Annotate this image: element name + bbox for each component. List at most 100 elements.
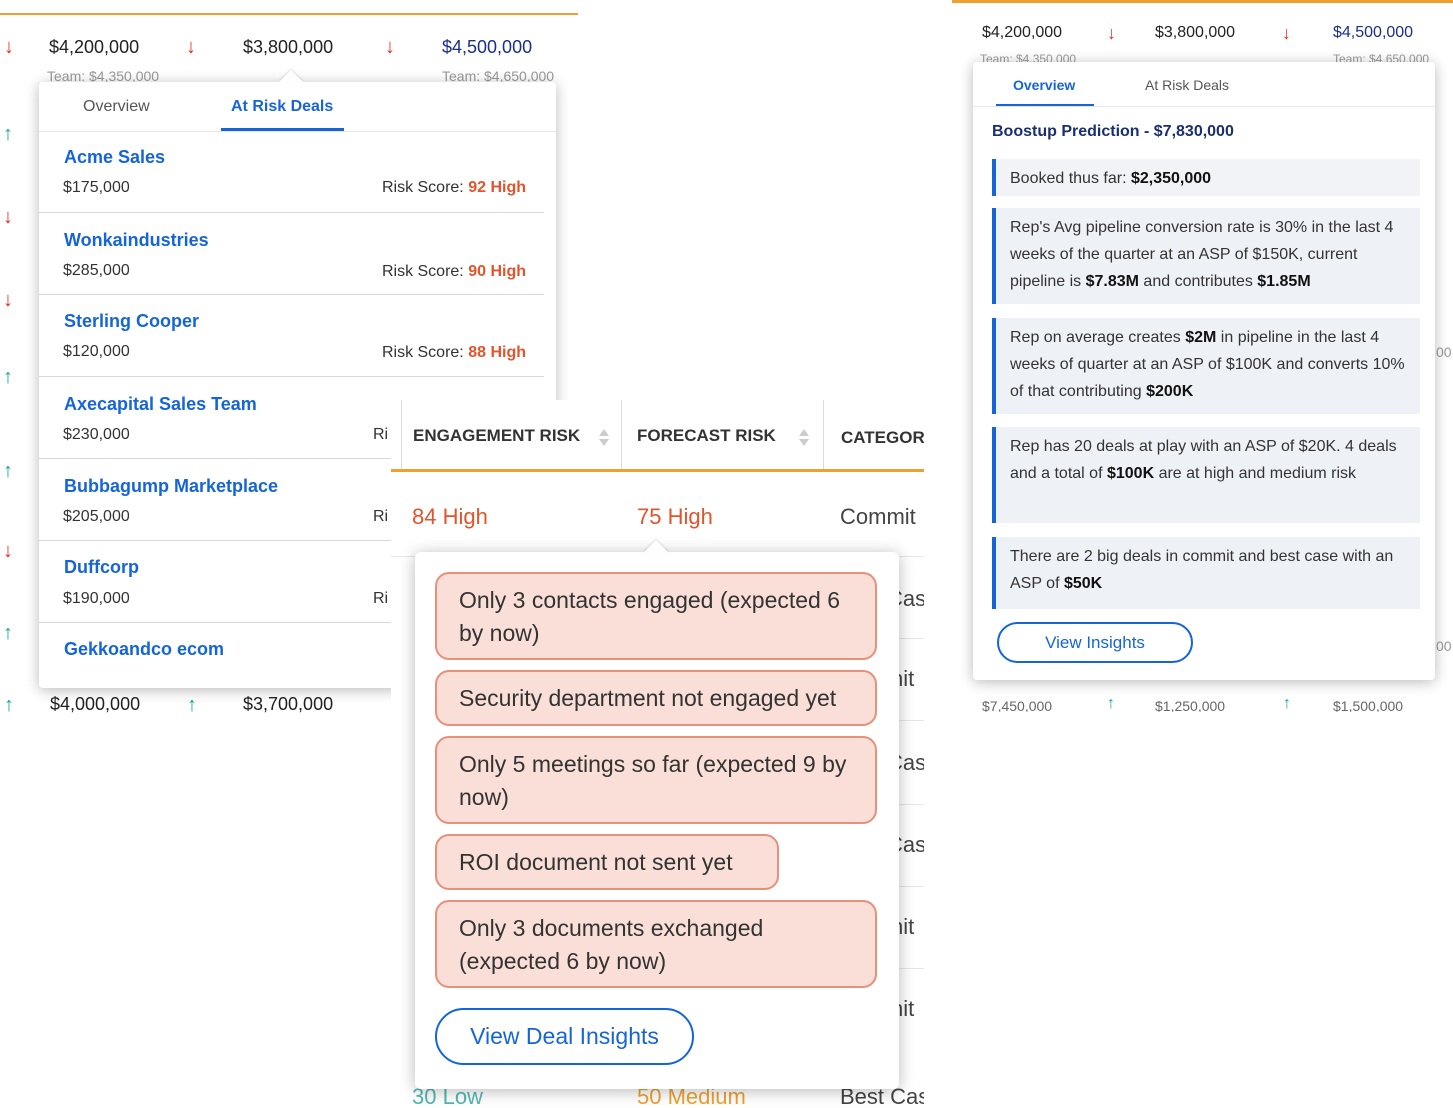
engagement-risk-value: 84 High	[412, 504, 488, 529]
deal-name[interactable]: Gekkoandco ecom	[64, 639, 224, 660]
deal-name[interactable]: Axecapital Sales Team	[64, 394, 257, 415]
arrow-down-icon: ↓	[3, 206, 13, 228]
risk-insight-chip: Only 5 meetings so far (expected 9 by no…	[435, 736, 877, 824]
footer-value-2: $1,250,000	[1155, 698, 1226, 712]
risk-score-label: Ri	[373, 508, 389, 525]
sort-icon[interactable]	[799, 427, 809, 449]
arrow-down-icon: ↓	[385, 36, 395, 58]
risk-score-label: Risk Score:	[381, 179, 464, 196]
risk-score: Risk Score: 88 High	[382, 344, 526, 362]
side-fragment: 00	[1436, 638, 1452, 654]
footer-value-1: $7,450,000	[982, 698, 1053, 712]
insight-highlight: $100K	[1106, 465, 1155, 482]
row-divider	[899, 720, 924, 721]
column-header-category[interactable]: CATEGOR	[841, 428, 924, 448]
tab-at-risk-deals[interactable]: At Risk Deals	[231, 98, 333, 116]
middle-screenshot-panel: ENGAGEMENT RISK FORECAST RISK CATEGOR 84…	[391, 400, 924, 1108]
column-header-forecast-risk[interactable]: FORECAST RISK	[637, 426, 776, 446]
deal-amount: $190,000	[63, 590, 130, 607]
column-header-engagement-risk[interactable]: ENGAGEMENT RISK	[413, 426, 580, 446]
deal-name[interactable]: Duffcorp	[64, 557, 139, 578]
footer-value-1: $4,000,000	[50, 694, 141, 714]
footer-value-3: $1,500,000	[1333, 698, 1404, 712]
view-insights-button[interactable]: View Insights	[997, 622, 1193, 663]
arrow-up-icon: ↑	[4, 694, 14, 716]
risk-score-label: Risk Score:	[381, 263, 464, 280]
insight-text: and contributes	[1138, 273, 1258, 290]
deal-amount: $230,000	[63, 426, 130, 443]
insight-highlight: $7.83M	[1085, 273, 1139, 290]
header-accent-line	[391, 469, 924, 472]
risk-insight-chip: Security department not engaged yet	[435, 670, 877, 726]
risk-score-label: Ri	[373, 590, 389, 607]
header-value-3: $4,500,000	[1333, 24, 1414, 41]
risk-score-value: 90 High	[468, 263, 526, 280]
arrow-down-icon: ↓	[4, 36, 14, 58]
row-divider	[899, 638, 924, 639]
row-divider	[899, 968, 924, 969]
popover-caret	[279, 70, 303, 82]
risk-score: Risk Score: 90 High	[382, 263, 526, 281]
insight-box: Rep's Avg pipeline conversion rate is 30…	[992, 208, 1420, 304]
row-divider	[899, 804, 924, 805]
header-accent-line	[0, 13, 578, 15]
insight-text: are at high and medium risk	[1154, 465, 1356, 482]
arrow-down-icon: ↓	[3, 289, 13, 311]
tab-divider	[973, 106, 1435, 107]
forecast-risk-value[interactable]: 75 High	[637, 504, 713, 530]
deal-name[interactable]: Sterling Cooper	[64, 311, 199, 332]
list-divider	[39, 376, 544, 377]
insight-text: Rep on average creates	[1010, 329, 1186, 346]
deal-amount: $285,000	[63, 262, 130, 279]
header-value-1: $4,200,000	[982, 24, 1063, 41]
list-divider	[39, 294, 544, 295]
header-value-3: $4,500,000	[442, 37, 533, 57]
risk-score: Risk Score: 92 High	[382, 179, 526, 197]
deal-amount: $175,000	[63, 179, 130, 196]
arrow-down-icon: ↓	[1282, 23, 1291, 43]
insight-box: There are 2 big deals in commit and best…	[992, 537, 1420, 609]
deal-name[interactable]: Wonkaindustries	[64, 230, 209, 251]
risk-insight-chip: Only 3 contacts engaged (expected 6 by n…	[435, 572, 877, 660]
deal-name[interactable]: Bubbagump Marketplace	[64, 476, 278, 497]
insight-highlight: $2M	[1185, 329, 1217, 346]
arrow-down-icon: ↓	[1107, 23, 1116, 43]
arrow-up-icon: ↑	[3, 366, 13, 388]
tab-overview[interactable]: Overview	[83, 98, 150, 116]
insight-box: Rep has 20 deals at play with an ASP of …	[992, 427, 1420, 523]
deal-amount: $205,000	[63, 508, 130, 525]
sort-icon[interactable]	[599, 427, 609, 449]
arrow-up-icon: ↑	[1107, 695, 1115, 712]
column-divider	[621, 400, 622, 470]
side-fragment: 00	[1436, 344, 1452, 360]
insight-box: Rep on average creates $2M in pipeline i…	[992, 318, 1420, 414]
risk-score-value: 92 High	[468, 179, 526, 196]
insight-highlight: $50K	[1063, 575, 1103, 592]
category-value: Commit	[840, 504, 916, 529]
arrow-down-icon: ↓	[186, 36, 196, 58]
arrow-up-icon: ↑	[187, 694, 197, 716]
insight-highlight: $1.85M	[1257, 273, 1311, 290]
tab-divider	[39, 131, 556, 132]
booked-label: Booked thus far:	[1010, 170, 1127, 187]
insight-highlight: $200K	[1146, 383, 1194, 400]
risk-score-label: Risk Score:	[381, 344, 464, 361]
row-divider	[899, 886, 924, 887]
footer-value-2: $3,700,000	[243, 694, 334, 714]
forecast-risk-popover: Only 3 contacts engaged (expected 6 by n…	[415, 552, 899, 1089]
overview-popover: Overview At Risk Deals Boostup Predictio…	[973, 62, 1435, 680]
header-value-2: $3,800,000	[1155, 24, 1236, 41]
risk-score-value: 88 High	[468, 344, 526, 361]
deal-name[interactable]: Acme Sales	[64, 147, 165, 168]
tab-overview[interactable]: Overview	[1013, 77, 1075, 93]
view-deal-insights-button[interactable]: View Deal Insights	[435, 1008, 694, 1065]
right-screenshot-panel: $4,200,000 ↓ $3,800,000 ↓ $4,500,000 Tea…	[952, 0, 1453, 712]
booked-value: $2,350,000	[1130, 170, 1212, 187]
deal-amount: $120,000	[63, 343, 130, 360]
booked-summary: Booked thus far: $2,350,000	[992, 159, 1420, 196]
risk-insight-chip: ROI document not sent yet	[435, 834, 779, 890]
prediction-title: Boostup Prediction - $7,830,000	[992, 123, 1234, 140]
tab-at-risk-deals[interactable]: At Risk Deals	[1145, 77, 1229, 93]
list-divider	[39, 212, 544, 213]
arrow-up-icon: ↑	[3, 622, 13, 644]
